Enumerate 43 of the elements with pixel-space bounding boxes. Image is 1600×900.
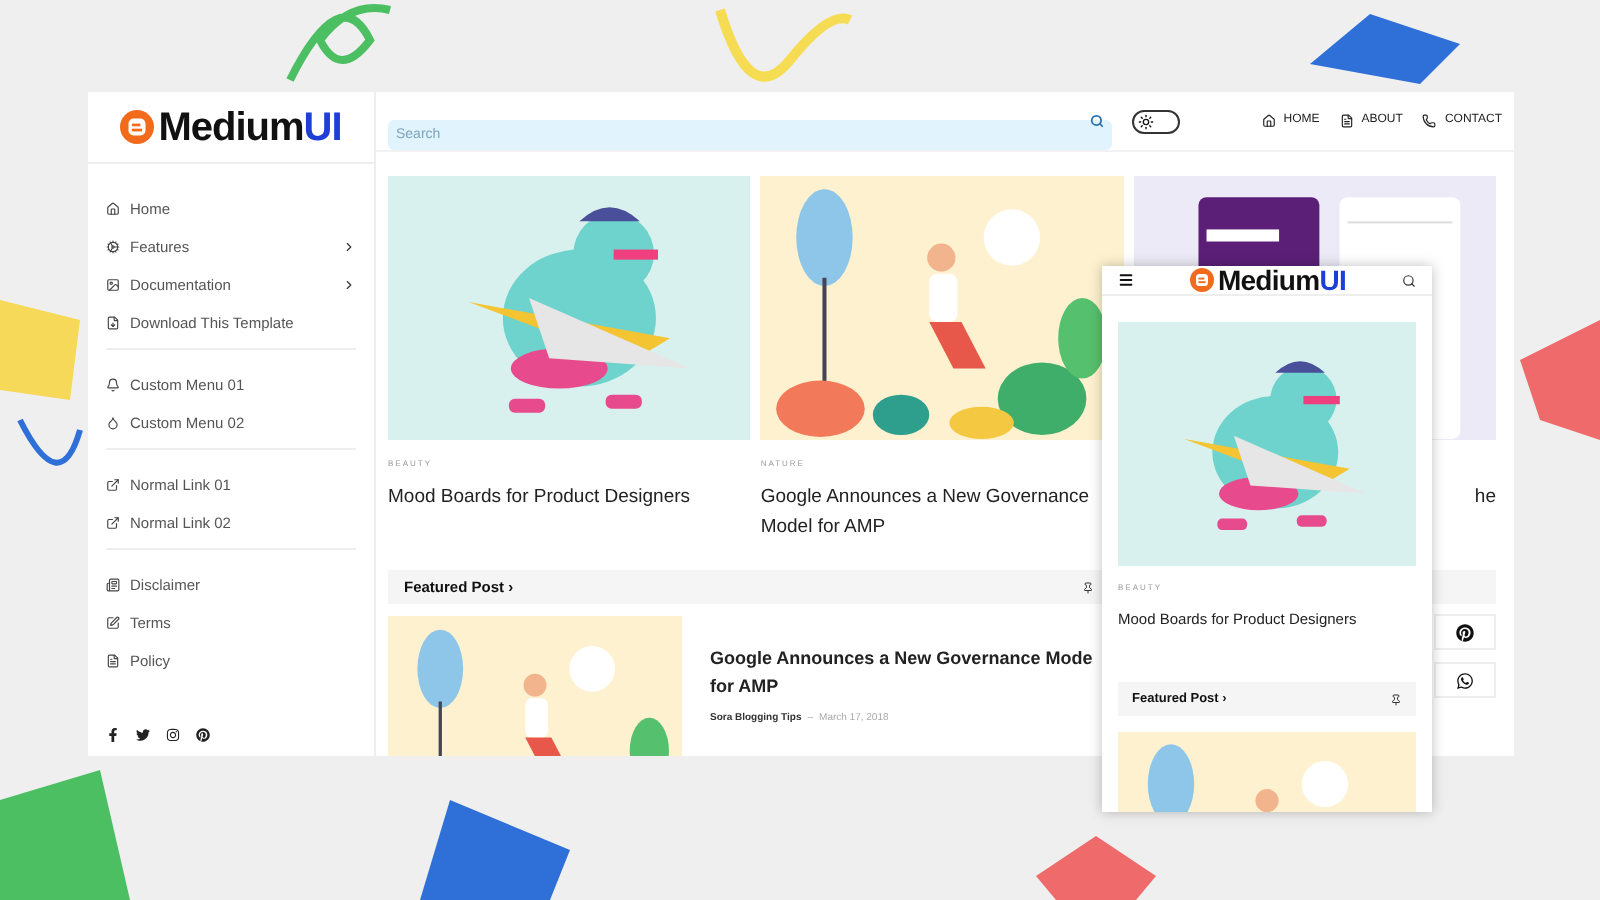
whatsapp-icon	[1456, 671, 1474, 689]
twitter-icon	[136, 728, 150, 742]
social-link[interactable]	[196, 728, 210, 742]
newspaper-icon	[106, 578, 120, 592]
document-icon	[106, 654, 120, 668]
pinterest-icon	[196, 728, 210, 742]
search-icon[interactable]	[1402, 273, 1416, 287]
post-title[interactable]: Google Announces a New Governance Model for AMP	[760, 482, 1093, 542]
logo-icon	[120, 110, 155, 144]
instagram-icon	[166, 728, 180, 742]
pinterest-icon	[1456, 623, 1474, 641]
droplet-icon	[106, 416, 120, 430]
pin-icon	[1082, 581, 1094, 593]
share-button[interactable]	[1434, 614, 1496, 650]
sun-icon	[1138, 113, 1154, 129]
menu-icon[interactable]	[1118, 272, 1134, 288]
featured-post-title[interactable]: Google Announces a New Governance Mode for AMP	[710, 644, 1093, 700]
phone-icon	[1422, 114, 1437, 128]
document-icon	[1339, 114, 1354, 128]
paint-stroke-drawing	[1036, 836, 1156, 900]
home-icon	[106, 202, 120, 216]
pin-icon	[1390, 693, 1402, 706]
theme-toggle[interactable]	[1132, 109, 1180, 133]
external-link-icon	[106, 478, 120, 492]
logo-text: MediumUI	[158, 107, 342, 147]
share-button[interactable]	[1434, 662, 1496, 698]
chevron-icon	[342, 278, 356, 292]
search-icon	[1090, 114, 1104, 128]
facebook-icon	[106, 728, 120, 742]
social-link[interactable]	[136, 728, 150, 742]
image-icon	[106, 278, 120, 292]
logo-text: MediumUI	[1217, 266, 1347, 294]
file-icon	[106, 316, 120, 330]
home-icon	[1261, 114, 1276, 128]
post-title[interactable]: he	[1474, 482, 1496, 512]
social-link[interactable]	[166, 728, 180, 742]
social-link[interactable]	[106, 728, 120, 742]
chevron-icon	[342, 240, 356, 254]
edit-icon	[106, 616, 120, 630]
bell-icon	[106, 378, 120, 392]
external-link-icon	[106, 516, 120, 530]
post-title[interactable]: Mood Boards for Product Designers	[388, 482, 691, 512]
gear-icon	[106, 240, 120, 254]
